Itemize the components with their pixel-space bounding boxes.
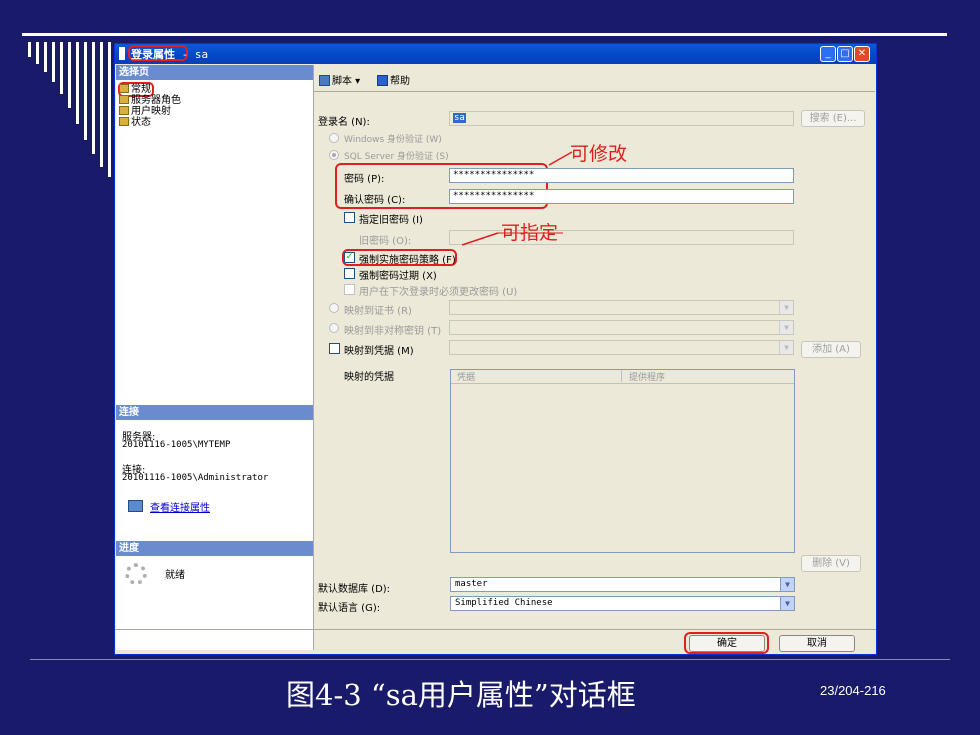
figure-caption: 图4-3 “sa用户属性”对话框 [286, 678, 636, 712]
add-button[interactable]: 添加 (A) [801, 341, 861, 358]
search-button[interactable]: 搜索 (E)... [801, 110, 865, 127]
decor-bar [108, 42, 111, 177]
decor-bar [100, 42, 103, 167]
chevron-down-icon: ▼ [780, 578, 794, 591]
map-credential-label: 映射到凭据 (M) [344, 346, 414, 357]
decor-bar [92, 42, 95, 154]
help-icon [377, 75, 388, 86]
default-language-select[interactable]: Simplified Chinese ▼ [450, 596, 795, 611]
must-change-label: 用户在下次登录时必须更改密码 (U) [359, 287, 518, 298]
select-page-header: 选择页 [116, 65, 313, 80]
column-divider [621, 370, 622, 382]
windows-auth-label: Windows 身份验证 (W) [344, 135, 442, 145]
page-icon [119, 84, 129, 93]
window-title: 登录属性 - sa [131, 48, 209, 61]
cancel-button[interactable]: 取消 [779, 635, 855, 652]
page-number: 23/204-216 [820, 683, 886, 698]
script-button[interactable]: 脚本 ▾ [319, 72, 360, 87]
confirm-password-field[interactable]: *************** [449, 189, 794, 204]
enforce-expiration-checkbox[interactable] [344, 268, 355, 279]
decor-bar [44, 42, 47, 72]
sql-auth-radio[interactable] [329, 150, 339, 160]
decor-bar [68, 42, 71, 108]
server-value: 20101116-1005\MYTEMP [122, 440, 231, 450]
default-database-label: 默认数据库 (D): [318, 584, 391, 595]
script-icon [319, 75, 330, 86]
login-name-label: 登录名 (N): [318, 117, 370, 128]
enforce-policy-checkbox[interactable]: ✓ [344, 252, 355, 263]
nav-item-status[interactable]: 状态 [119, 117, 151, 129]
bottom-rule [30, 659, 950, 660]
connection-header: 连接 [116, 405, 313, 420]
decor-bar [76, 42, 79, 124]
page-icon [119, 95, 129, 104]
view-connection-properties-link[interactable]: 查看连接属性 [150, 499, 210, 514]
connect-value: 20101116-1005\Administrator [122, 473, 269, 483]
chevron-down-icon: ▼ [779, 301, 793, 314]
chevron-down-icon: ▼ [780, 597, 794, 610]
sql-auth-label: SQL Server 身份验证 (S) [344, 152, 449, 162]
annotation-modifiable: 可修改 [570, 143, 628, 165]
column-header-provider[interactable]: 提供程序 [629, 370, 665, 383]
enforce-expiration-label: 强制密码过期 (X) [359, 271, 437, 282]
button-bar: 确定 取消 [115, 629, 876, 655]
minimize-icon[interactable]: _ [820, 46, 836, 62]
map-cert-radio[interactable] [329, 303, 339, 313]
annotation-specifiable: 可指定 [501, 222, 559, 244]
specify-old-password-label: 指定旧密码 (I) [359, 215, 423, 226]
ok-button[interactable]: 确定 [689, 635, 765, 652]
must-change-checkbox[interactable] [344, 284, 355, 295]
page-icon [119, 117, 129, 126]
left-panel: 选择页 常规 服务器角色 用户映射 状态 连接 服务器: 20101116-10… [116, 65, 314, 650]
decor-bar [60, 42, 63, 94]
top-rule [22, 33, 947, 36]
mapped-credentials-label: 映射的凭据 [344, 372, 394, 383]
close-icon[interactable]: ✕ [854, 46, 870, 62]
login-name-field[interactable]: sa [449, 111, 794, 126]
password-field[interactable]: *************** [449, 168, 794, 183]
page-icon [119, 106, 129, 115]
progress-status: 就绪 [165, 570, 185, 581]
progress-header: 进度 [116, 541, 313, 556]
decor-bar [84, 42, 87, 140]
map-credential-checkbox[interactable] [329, 343, 340, 354]
chevron-down-icon: ▼ [779, 321, 793, 334]
mapped-credentials-grid[interactable]: 凭据 提供程序 [450, 369, 795, 553]
decor-bar [28, 42, 31, 57]
default-database-select[interactable]: master ▼ [450, 577, 795, 592]
chevron-down-icon: ▼ [779, 341, 793, 354]
connection-icon [128, 500, 143, 512]
remove-button[interactable]: 删除 (V) [801, 555, 861, 572]
old-password-label: 旧密码 (O): [359, 236, 412, 247]
help-button[interactable]: 帮助 [377, 72, 410, 87]
asymmetric-key-select[interactable]: ▼ [449, 320, 794, 335]
decor-bar [52, 42, 55, 82]
toolbar: 脚本 ▾ 帮助 [314, 65, 875, 92]
specify-old-password-checkbox[interactable] [344, 212, 355, 223]
window-icon [119, 47, 125, 60]
login-properties-dialog: 登录属性 - sa _ □ ✕ 选择页 常规 服务器角色 用户映射 状态 连接 … [114, 43, 877, 655]
decor-bar [36, 42, 39, 64]
map-cert-label: 映射到证书 (R) [344, 306, 412, 317]
confirm-password-label: 确认密码 (C): [344, 195, 406, 206]
title-bar[interactable]: 登录属性 - sa _ □ ✕ [115, 44, 876, 64]
grid-header: 凭据 提供程序 [451, 370, 794, 384]
credential-select[interactable]: ▼ [449, 340, 794, 355]
progress-spinner-icon [125, 563, 147, 585]
column-header-credential[interactable]: 凭据 [457, 370, 475, 383]
enforce-policy-label: 强制实施密码策略 (F) [359, 255, 456, 266]
map-asym-label: 映射到非对称密钥 (T) [344, 326, 442, 337]
default-language-label: 默认语言 (G): [318, 603, 381, 614]
windows-auth-radio[interactable] [329, 133, 339, 143]
maximize-icon[interactable]: □ [837, 46, 853, 62]
certificate-select[interactable]: ▼ [449, 300, 794, 315]
password-label: 密码 (P): [344, 174, 385, 185]
map-asym-radio[interactable] [329, 323, 339, 333]
